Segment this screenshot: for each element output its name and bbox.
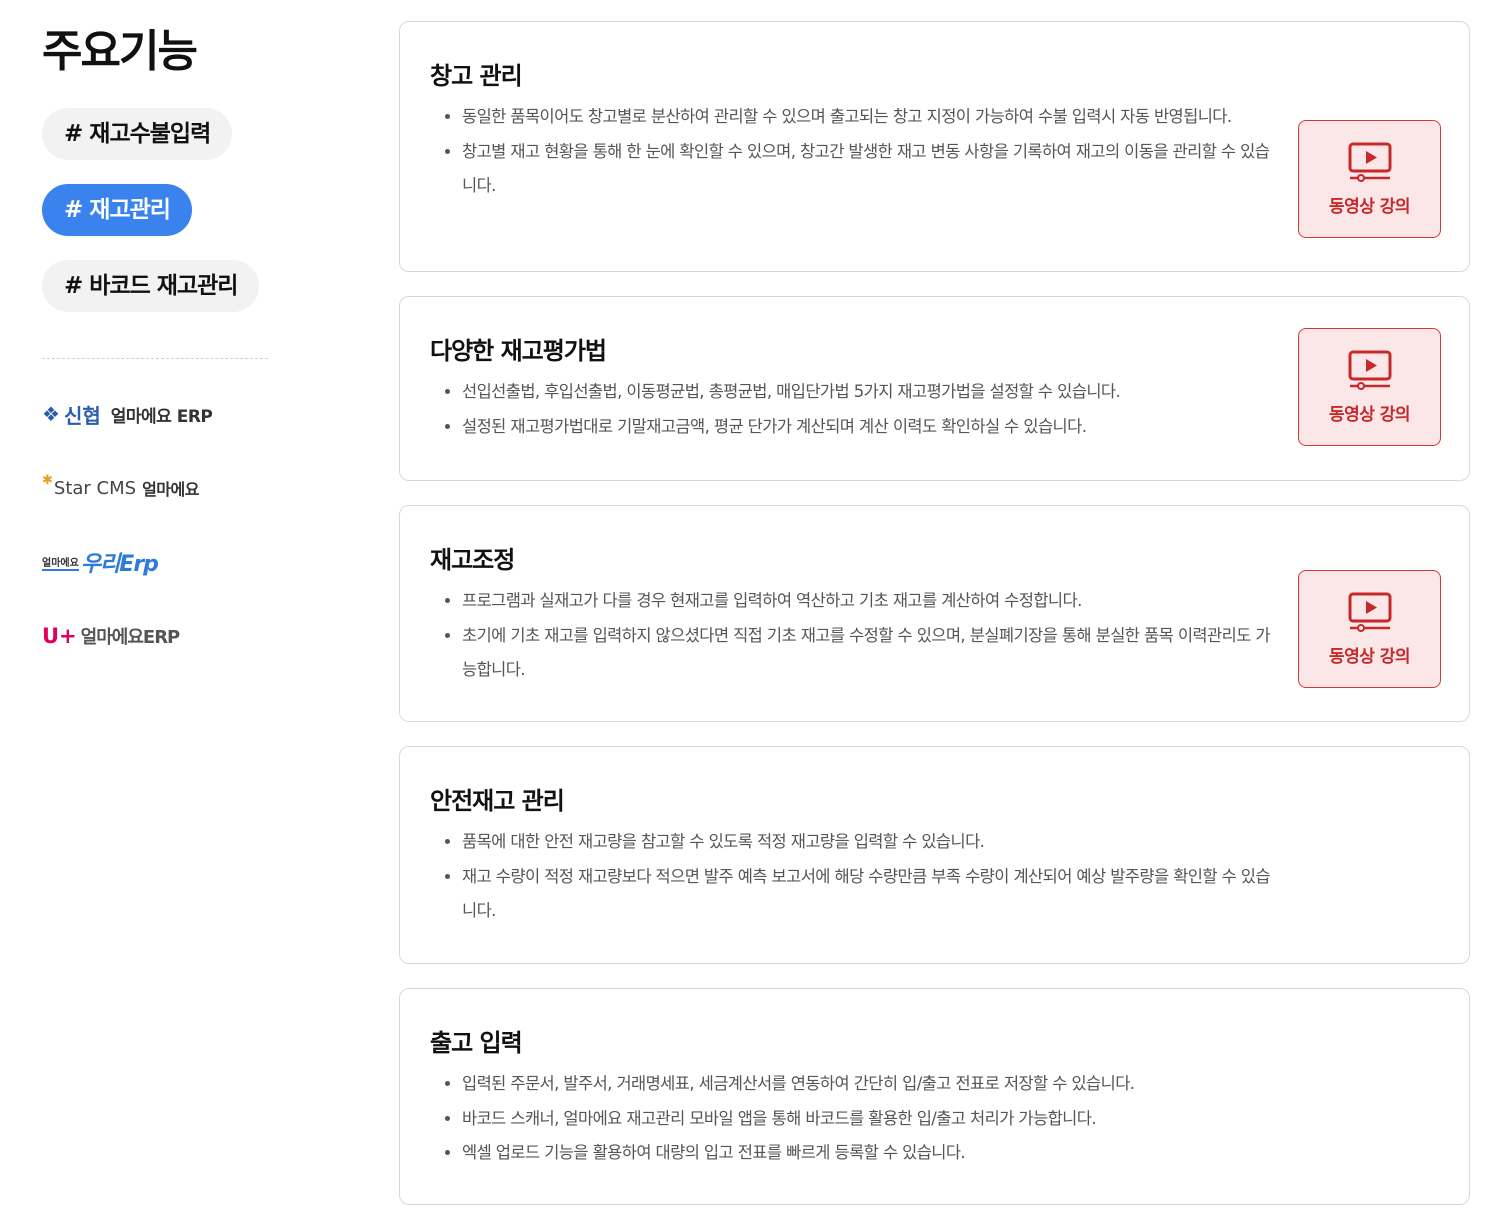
video-lecture-button[interactable]: 동영상 강의	[1298, 120, 1441, 238]
card-title: 재고조정	[430, 546, 515, 574]
card-description-list: 입력된 주문서, 발주서, 거래명세표, 세금계산서를 연동하여 간단히 입/출…	[442, 1067, 1282, 1171]
list-item: 입력된 주문서, 발주서, 거래명세표, 세금계산서를 연동하여 간단히 입/출…	[462, 1067, 1282, 1102]
card-title: 출고 입력	[430, 1029, 523, 1057]
card-description-list: 동일한 품목이어도 창고별로 분산하여 관리할 수 있으며 출고되는 창고 지정…	[442, 100, 1282, 204]
video-lecture-button[interactable]: 동영상 강의	[1298, 328, 1441, 446]
partner-logo-shinhyup: ❖ 신협 얼마에요 ERP	[42, 399, 268, 429]
card-title: 다양한 재고평가법	[430, 337, 607, 365]
list-item: 동일한 품목이어도 창고별로 분산하여 관리할 수 있으며 출고되는 창고 지정…	[462, 100, 1282, 135]
list-item: 초기에 기초 재고를 입력하지 않으셨다면 직접 기초 재고를 수정할 수 있으…	[462, 619, 1282, 688]
sidebar: 주요기능 # 재고수불입력 # 재고관리 # 바코드 재고관리 ❖ 신협 얼마에…	[42, 24, 268, 695]
partner-brand: Star CMS	[53, 477, 137, 499]
video-lecture-button[interactable]: 동영상 강의	[1298, 570, 1441, 688]
partner-logo-starcms: ✱ Star CMS 얼마에요	[42, 473, 268, 503]
tag-list: # 재고수불입력 # 재고관리 # 바코드 재고관리	[42, 108, 268, 336]
card-description-list: 품목에 대한 안전 재고량을 참고할 수 있도록 적정 재고량을 입력할 수 있…	[442, 825, 1282, 929]
video-lecture-label: 동영상 강의	[1328, 404, 1411, 425]
partner-product: 얼마에요	[42, 554, 79, 571]
feature-card-safety-stock: 안전재고 관리 품목에 대한 안전 재고량을 참고할 수 있도록 적정 재고량을…	[399, 746, 1470, 964]
list-item: 프로그램과 실재고가 다를 경우 현재고를 입력하여 역산하고 기초 재고를 계…	[462, 584, 1282, 619]
list-item: 바코드 스캐너, 얼마에요 재고관리 모바일 앱을 통해 바코드를 활용한 입/…	[462, 1102, 1282, 1137]
partner-product: 얼마에요ERP	[80, 627, 181, 648]
partner-brand: 우리Erp	[80, 552, 159, 577]
page: 주요기능 # 재고수불입력 # 재고관리 # 바코드 재고관리 ❖ 신협 얼마에…	[0, 0, 1504, 1216]
feature-card-adjustment: 재고조정 프로그램과 실재고가 다를 경우 현재고를 입력하여 역산하고 기초 …	[399, 505, 1470, 722]
video-lecture-label: 동영상 강의	[1328, 646, 1411, 667]
tag-barcode-inventory[interactable]: # 바코드 재고관리	[42, 260, 260, 312]
partner-logos: ❖ 신협 얼마에요 ERP ✱ Star CMS 얼마에요 얼마에요 우리Erp…	[42, 399, 268, 651]
list-item: 엑셀 업로드 기능을 활용하여 대량의 입고 전표를 빠르게 등록할 수 있습니…	[462, 1136, 1282, 1171]
list-item: 설정된 재고평가법대로 기말재고금액, 평균 단가가 계산되며 계산 이력도 확…	[462, 410, 1282, 445]
tag-stock-receipt-input[interactable]: # 재고수불입력	[42, 108, 233, 160]
partner-brand: U+	[42, 624, 77, 648]
card-description-list: 프로그램과 실재고가 다를 경우 현재고를 입력하여 역산하고 기초 재고를 계…	[442, 584, 1282, 688]
list-item: 선입선출법, 후입선출법, 이동평균법, 총평균법, 매입단가법 5가지 재고평…	[462, 375, 1282, 410]
list-item: 품목에 대한 안전 재고량을 참고할 수 있도록 적정 재고량을 입력할 수 있…	[462, 825, 1282, 860]
list-item: 창고별 재고 현황을 통해 한 눈에 확인할 수 있으며, 창고간 발생한 재고…	[462, 135, 1282, 204]
partner-logo-uri-erp: 얼마에요 우리Erp	[42, 547, 268, 577]
card-description-list: 선입선출법, 후입선출법, 이동평균법, 총평균법, 매입단가법 5가지 재고평…	[442, 375, 1282, 444]
shinhyup-emblem-icon: ❖	[42, 402, 60, 426]
partner-brand: 신협	[63, 403, 101, 428]
feature-card-warehouse: 창고 관리 동일한 품목이어도 창고별로 분산하여 관리할 수 있으며 출고되는…	[399, 21, 1470, 272]
partner-logo-uplus: U+ 얼마에요ERP	[42, 621, 268, 651]
video-lecture-icon	[1348, 592, 1391, 632]
feature-card-shipping-input: 출고 입력 입력된 주문서, 발주서, 거래명세표, 세금계산서를 연동하여 간…	[399, 988, 1470, 1205]
tag-inventory-management[interactable]: # 재고관리	[42, 184, 192, 236]
card-title: 안전재고 관리	[430, 787, 565, 815]
video-lecture-label: 동영상 강의	[1328, 196, 1411, 217]
video-lecture-icon	[1348, 350, 1391, 390]
page-title: 주요기능	[42, 26, 198, 77]
feature-card-valuation: 다양한 재고평가법 선입선출법, 후입선출법, 이동평균법, 총평균법, 매입단…	[399, 296, 1470, 481]
video-lecture-icon	[1348, 142, 1391, 182]
star-icon: ✱	[42, 473, 53, 488]
sidebar-divider	[42, 358, 268, 359]
partner-product: 얼마에요 ERP	[110, 406, 213, 427]
card-title: 창고 관리	[430, 62, 523, 90]
partner-product: 얼마에요	[142, 480, 199, 499]
list-item: 재고 수량이 적정 재고량보다 적으면 발주 예측 보고서에 해당 수량만큼 부…	[462, 860, 1282, 929]
